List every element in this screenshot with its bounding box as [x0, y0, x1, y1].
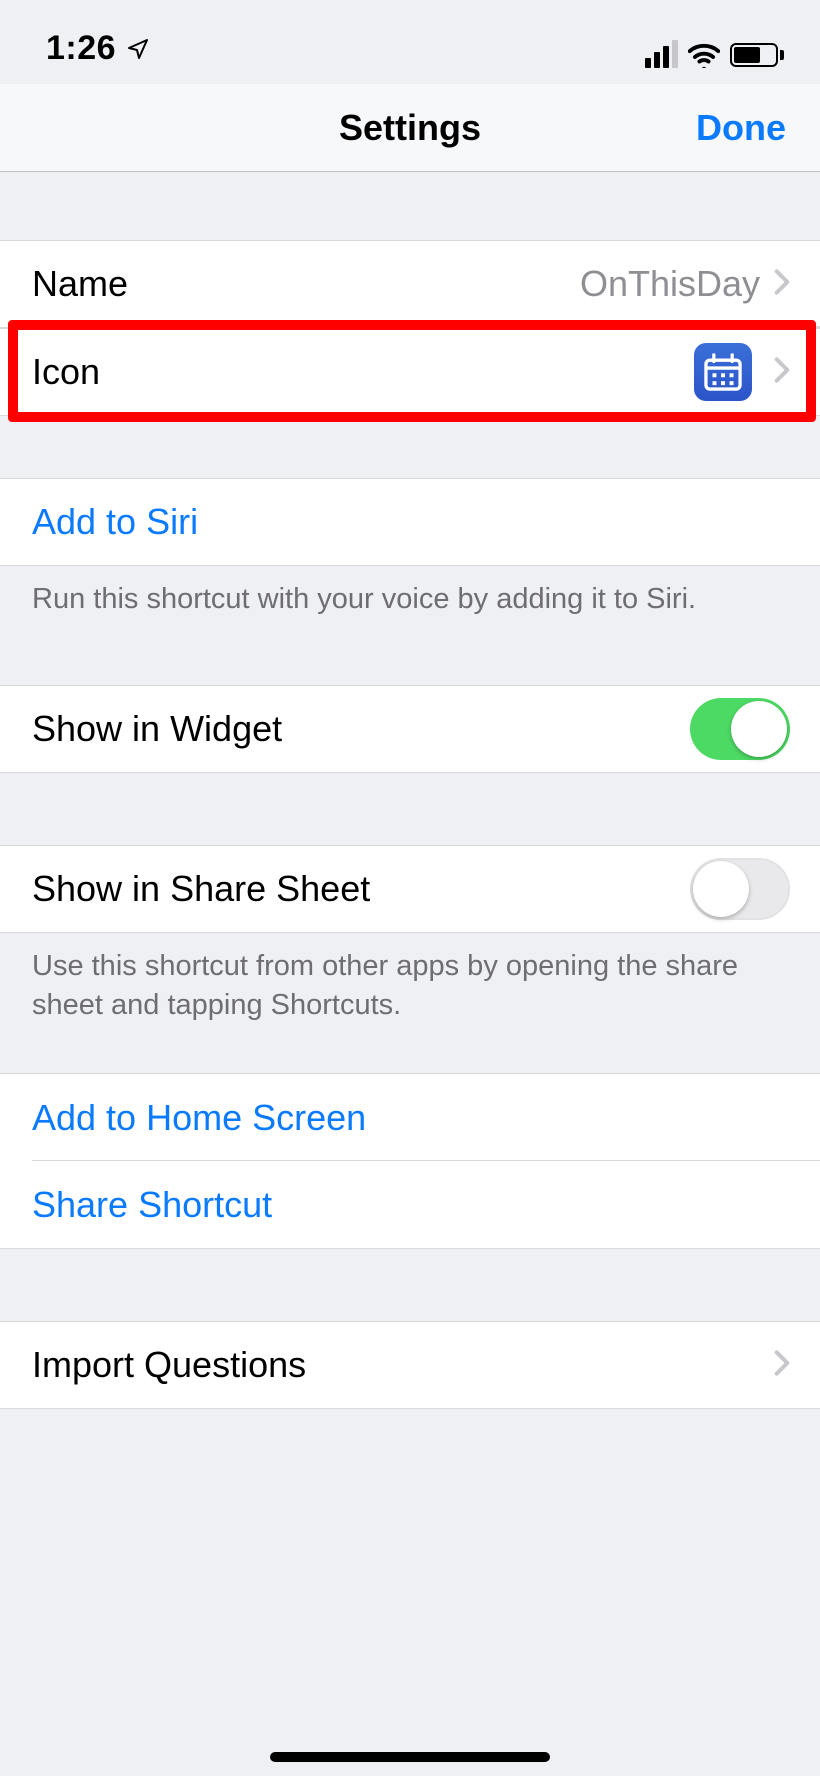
show-in-widget-label: Show in Widget: [32, 708, 282, 750]
battery-icon: [730, 43, 784, 67]
home-indicator[interactable]: [270, 1752, 550, 1762]
share-shortcut-label: Share Shortcut: [32, 1184, 272, 1226]
show-in-share-sheet-label: Show in Share Sheet: [32, 868, 370, 910]
show-in-share-sheet-row[interactable]: Show in Share Sheet: [0, 845, 820, 933]
page-title: Settings: [339, 107, 481, 149]
icon-label: Icon: [32, 351, 100, 393]
add-to-siri-label: Add to Siri: [32, 501, 198, 543]
wifi-icon: [688, 42, 720, 68]
import-questions-label: Import Questions: [32, 1344, 306, 1386]
add-to-siri-row[interactable]: Add to Siri: [0, 478, 820, 566]
nav-header: Settings Done: [0, 84, 820, 172]
share-shortcut-row[interactable]: Share Shortcut: [0, 1161, 820, 1249]
icon-row[interactable]: Icon: [0, 328, 820, 416]
add-to-home-screen-row[interactable]: Add to Home Screen: [0, 1073, 820, 1161]
show-in-widget-toggle[interactable]: [690, 698, 790, 760]
share-footer-text: Use this shortcut from other apps by ope…: [0, 933, 820, 1025]
chevron-right-icon: [774, 351, 790, 393]
done-button[interactable]: Done: [696, 107, 786, 149]
location-icon: [126, 37, 150, 61]
import-questions-row[interactable]: Import Questions: [0, 1321, 820, 1409]
show-in-share-sheet-toggle[interactable]: [690, 858, 790, 920]
status-time: 1:26: [46, 29, 116, 68]
name-row[interactable]: Name OnThisDay: [0, 240, 820, 328]
add-to-home-screen-label: Add to Home Screen: [32, 1097, 366, 1139]
cellular-icon: [645, 42, 678, 68]
status-bar: 1:26: [0, 0, 820, 84]
siri-footer-text: Run this shortcut with your voice by add…: [0, 566, 820, 619]
calendar-icon: [694, 343, 752, 401]
show-in-widget-row[interactable]: Show in Widget: [0, 685, 820, 773]
name-value: OnThisDay: [580, 263, 760, 305]
chevron-right-icon: [774, 263, 790, 305]
name-label: Name: [32, 263, 128, 305]
chevron-right-icon: [774, 1344, 790, 1386]
